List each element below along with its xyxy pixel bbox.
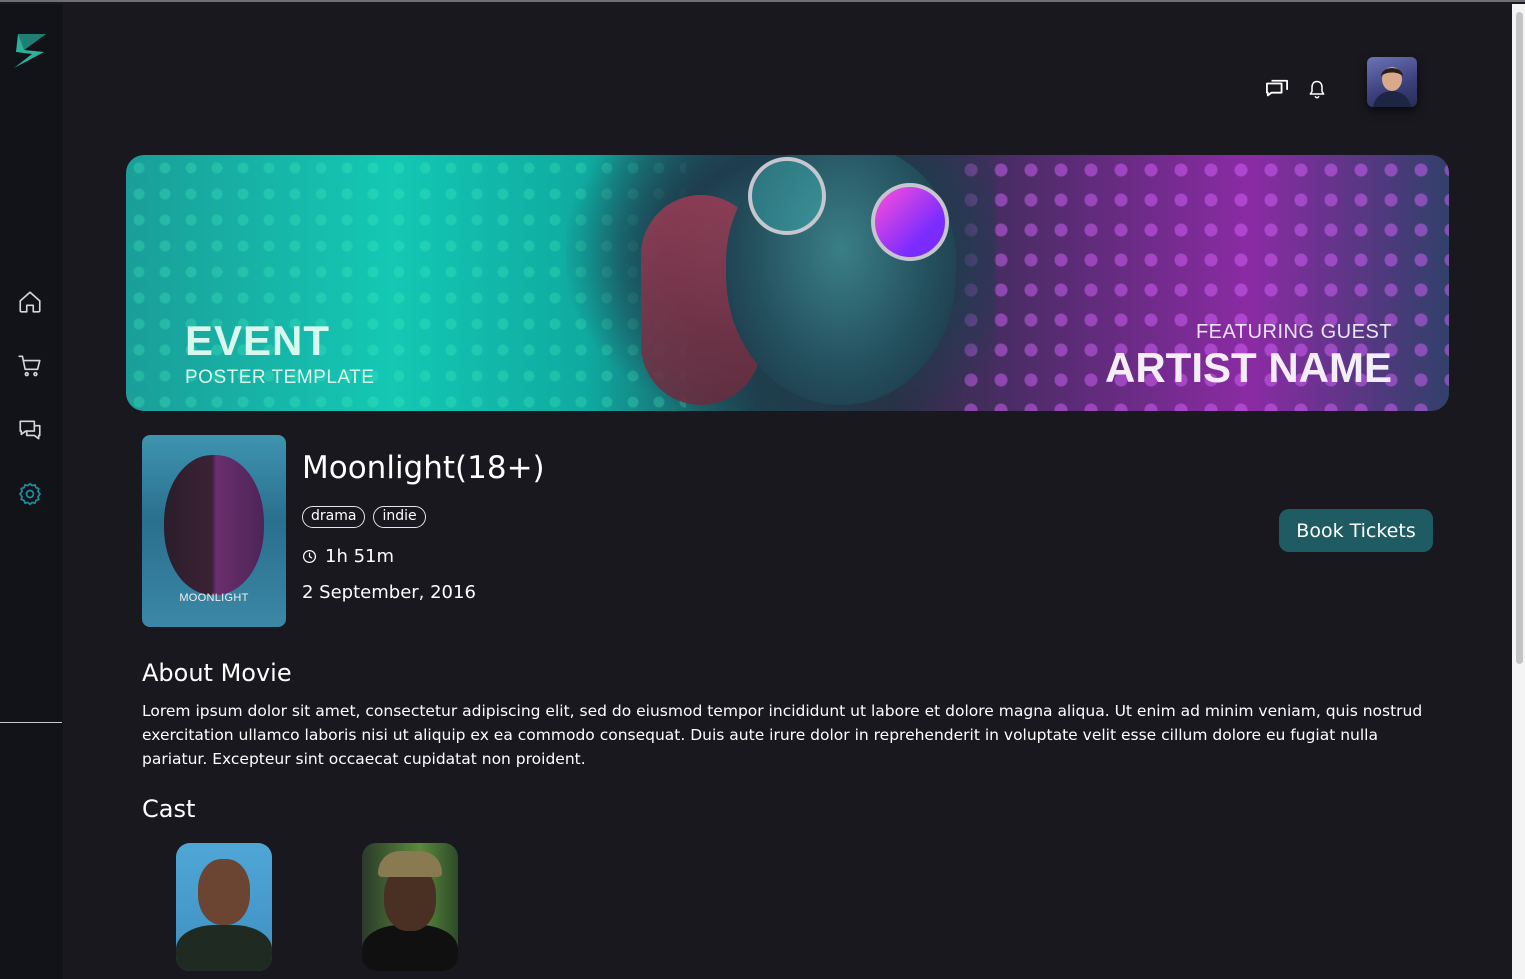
sidebar-item-chat[interactable] bbox=[15, 415, 45, 445]
cast-member-photo[interactable] bbox=[176, 843, 272, 971]
sidebar-item-cart[interactable] bbox=[15, 351, 45, 381]
sunglasses-right-lens bbox=[871, 183, 949, 261]
settings-icon bbox=[18, 482, 42, 506]
duration-text: 1h 51m bbox=[325, 546, 395, 567]
about-heading: About Movie bbox=[142, 659, 292, 687]
release-date: 2 September, 2016 bbox=[302, 582, 476, 603]
book-tickets-button[interactable]: Book Tickets bbox=[1279, 509, 1433, 552]
sidebar-item-settings[interactable] bbox=[15, 479, 45, 509]
genre-tags: drama indie bbox=[302, 506, 426, 528]
about-description: Lorem ipsum dolor sit amet, consectetur … bbox=[142, 702, 1423, 768]
sidebar-divider bbox=[0, 722, 62, 723]
cart-icon bbox=[18, 355, 41, 377]
bell-icon bbox=[1309, 80, 1325, 99]
cast-heading: Cast bbox=[142, 795, 196, 823]
scrollbar-thumb[interactable] bbox=[1516, 12, 1523, 664]
messages-button[interactable] bbox=[1263, 76, 1291, 102]
banner-artist-name: ARTIST NAME bbox=[1105, 344, 1392, 391]
banner-subtitle: POSTER TEMPLATE bbox=[185, 367, 375, 388]
sidebar-item-home[interactable] bbox=[15, 287, 45, 317]
cast-photo-head bbox=[198, 859, 250, 925]
cast-member-photo[interactable] bbox=[362, 843, 458, 971]
banner-featuring: FEATURING GUEST bbox=[1195, 321, 1392, 343]
genre-tag[interactable]: drama bbox=[302, 506, 366, 528]
genre-tag[interactable]: indie bbox=[373, 506, 426, 528]
messages-icon bbox=[1266, 79, 1289, 97]
cast-photo-body bbox=[176, 925, 272, 971]
zap-logo[interactable] bbox=[10, 30, 50, 70]
movie-duration: 1h 51m bbox=[302, 546, 394, 567]
cast-photo-body bbox=[362, 925, 458, 971]
sidebar bbox=[0, 4, 63, 979]
user-avatar[interactable] bbox=[1367, 57, 1417, 107]
poster-title: MOONLIGHT bbox=[179, 592, 249, 604]
sunglasses-left-lens bbox=[748, 157, 826, 235]
movie-poster: MOONLIGHT bbox=[142, 435, 286, 627]
home-icon bbox=[19, 291, 41, 313]
movie-title: Moonlight(18+) bbox=[302, 450, 545, 486]
notifications-button[interactable] bbox=[1305, 76, 1329, 102]
banner-event-text: EVENT bbox=[185, 317, 331, 364]
poster-face bbox=[164, 455, 264, 595]
clock-icon bbox=[302, 549, 317, 564]
cast-photo-cap bbox=[378, 851, 442, 877]
event-banner: EVENT POSTER TEMPLATE FEATURING GUEST AR… bbox=[126, 155, 1449, 411]
chat-icon bbox=[19, 420, 41, 440]
app-window: EVENT POSTER TEMPLATE FEATURING GUEST AR… bbox=[0, 0, 1525, 979]
